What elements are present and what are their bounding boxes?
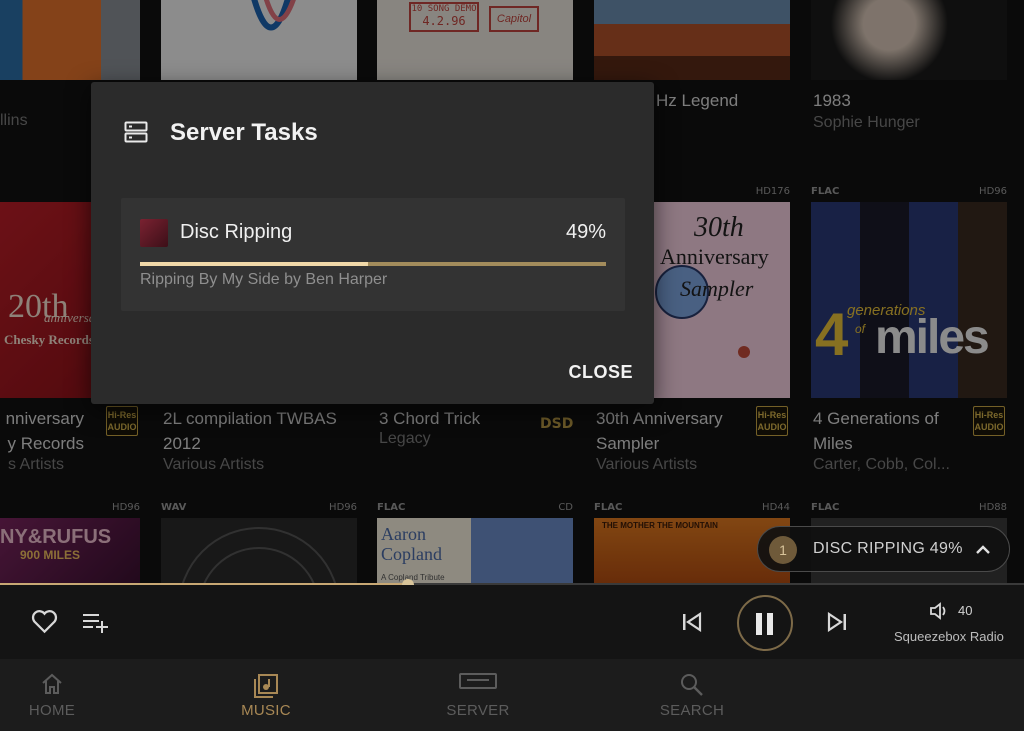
- chevron-up-icon[interactable]: [974, 541, 992, 559]
- music-icon: [254, 674, 278, 698]
- ripping-status-label: DISC RIPPING 49%: [813, 540, 963, 557]
- pause-icon: [756, 613, 773, 635]
- output-device[interactable]: Squeezebox Radio: [894, 629, 1004, 644]
- nav-music[interactable]: MUSIC: [206, 659, 326, 731]
- bottom-nav: HOME MUSIC SERVER SEARCH: [0, 659, 1024, 731]
- task-progress-fill: [140, 262, 369, 266]
- nav-label: MUSIC: [241, 702, 291, 719]
- add-to-queue-icon[interactable]: [82, 611, 110, 633]
- server-icon: [124, 121, 148, 143]
- task-card: Disc Ripping 49% Ripping By My Side by B…: [121, 198, 625, 311]
- search-icon: [681, 674, 703, 696]
- task-detail: Ripping By My Side by Ben Harper: [140, 271, 388, 288]
- previous-track-icon[interactable]: [681, 612, 703, 632]
- volume-level: 40: [958, 603, 973, 618]
- player-bar: 40 Squeezebox Radio: [0, 585, 1024, 659]
- close-button[interactable]: CLOSE: [568, 362, 633, 383]
- next-track-icon[interactable]: [826, 612, 848, 632]
- nav-label: SERVER: [446, 702, 510, 719]
- disc-ripping-indicator[interactable]: 1 DISC RIPPING 49%: [757, 526, 1010, 572]
- task-name: Disc Ripping: [180, 221, 293, 243]
- nav-server[interactable]: SERVER: [418, 659, 538, 731]
- dialog-title: Server Tasks: [170, 119, 318, 146]
- album-thumbnail: [140, 219, 168, 247]
- heart-icon[interactable]: [31, 609, 58, 634]
- nav-search[interactable]: SEARCH: [632, 659, 752, 731]
- task-count-badge: 1: [769, 536, 797, 564]
- task-progress-bar: [140, 262, 606, 266]
- nav-home[interactable]: HOME: [0, 659, 112, 731]
- server-icon: [459, 673, 497, 689]
- nav-label: SEARCH: [659, 702, 725, 719]
- server-tasks-dialog: Server Tasks Disc Ripping 49% Ripping By…: [91, 82, 654, 404]
- task-percent: 49%: [565, 221, 606, 243]
- home-icon: [42, 673, 62, 694]
- nav-label: HOME: [28, 702, 76, 719]
- play-pause-button[interactable]: [737, 595, 793, 651]
- volume-icon[interactable]: [929, 602, 951, 620]
